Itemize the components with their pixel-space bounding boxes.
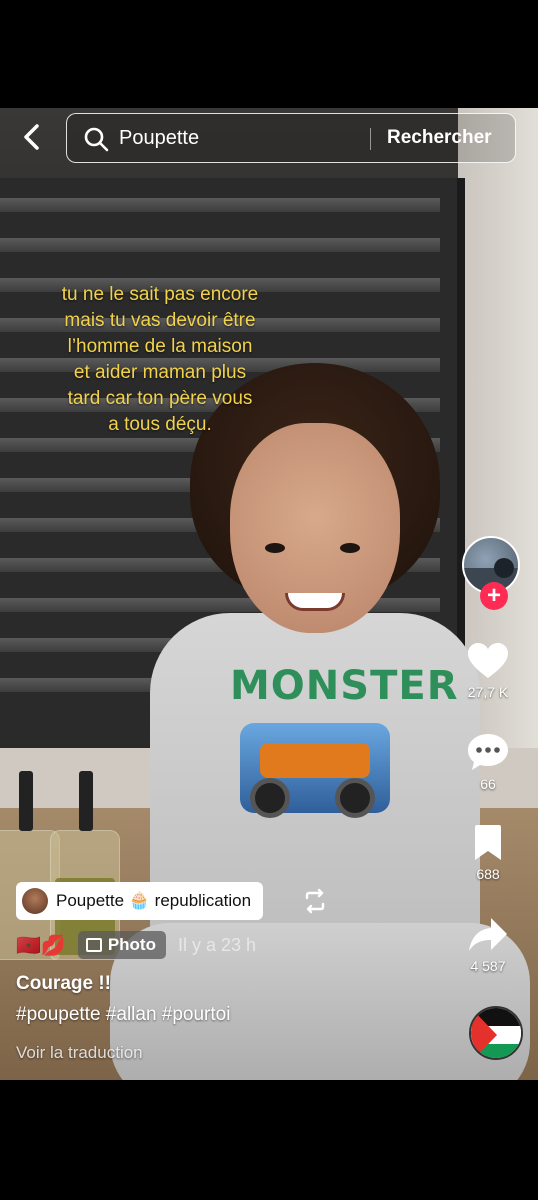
sound-disc[interactable] [469, 1006, 523, 1060]
comment-count: 66 [480, 776, 496, 792]
reposter-avatar [22, 888, 48, 914]
post-time: Il y a 23 h [177, 934, 257, 955]
comment-icon [468, 734, 508, 770]
child: MONSTER [110, 363, 530, 1080]
overlay-caption: tu ne le sait pas encore mais tu vas dev… [61, 284, 259, 435]
search-input[interactable]: Poupette [119, 127, 199, 150]
post-hashtags[interactable]: #poupette #allan #pourtoi [16, 1004, 230, 1026]
emoji-flags: 🇲🇦💋 [16, 934, 66, 957]
repost-chip[interactable]: Poupette 🧁 republication [16, 882, 264, 920]
see-translation-link[interactable]: Voir la traduction [16, 1043, 143, 1063]
back-arrow-icon [24, 124, 39, 150]
repost-icon [305, 888, 325, 914]
like-button[interactable]: 27,7 K [438, 642, 538, 700]
heart-icon [468, 643, 508, 678]
truck-print [240, 723, 390, 818]
save-button[interactable]: 688 [438, 824, 538, 882]
photo-badge: Photo [77, 931, 166, 959]
photo-badge-label: Photo [107, 935, 156, 954]
comment-button[interactable]: 66 [438, 732, 538, 792]
repost-label: Poupette 🧁 republication [56, 891, 252, 910]
save-count: 688 [476, 866, 500, 882]
back-button[interactable] [16, 118, 46, 156]
like-count: 27,7 K [467, 684, 509, 700]
share-icon [469, 918, 507, 951]
meta-row: 🇲🇦💋 Photo Il y a 23 h [16, 930, 256, 960]
search-submit-button[interactable]: Rechercher [387, 127, 492, 149]
post-title: Courage !! [16, 973, 111, 994]
share-count: 4 587 [470, 958, 506, 974]
search-icon [84, 127, 109, 152]
search-divider [370, 128, 371, 150]
share-button[interactable]: 4 587 [438, 916, 538, 974]
face [230, 423, 400, 633]
photo-icon [85, 938, 102, 952]
search-bar[interactable]: Poupette Rechercher [66, 113, 516, 163]
shirt-print: MONSTER [230, 663, 459, 709]
follow-button[interactable]: + [480, 582, 508, 610]
bookmark-icon [475, 825, 501, 860]
